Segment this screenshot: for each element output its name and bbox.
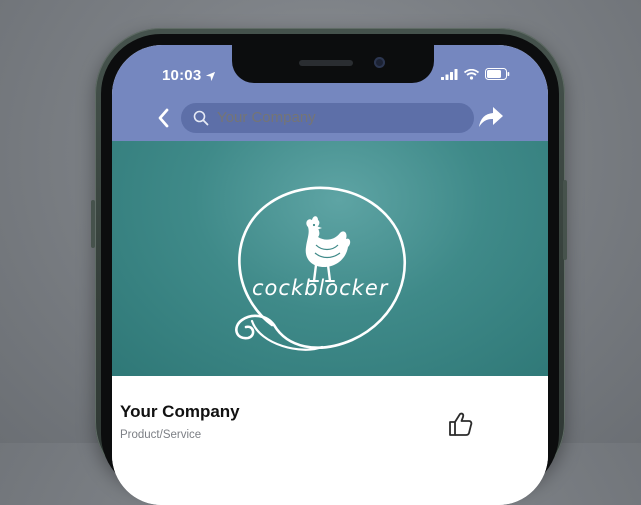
page-title[interactable]: Your Company — [120, 402, 240, 422]
wifi-icon — [463, 67, 480, 85]
phone-side-button-right — [563, 180, 567, 260]
thumbs-up-icon[interactable] — [446, 410, 476, 440]
page-info-section: Your Company Product/Service — [112, 376, 548, 505]
battery-icon — [485, 67, 510, 85]
search-icon — [193, 110, 209, 131]
search-bar[interactable] — [181, 103, 474, 133]
share-icon[interactable] — [478, 105, 506, 131]
rooster-icon — [305, 216, 351, 283]
phone-screen: 10:03 Your Company cockblocker Your Comp… — [112, 45, 548, 505]
status-icons — [441, 67, 510, 85]
search-input[interactable] — [217, 109, 457, 126]
notch-camera — [374, 57, 385, 68]
status-time: 10:03 — [162, 67, 202, 84]
notch-speaker — [299, 60, 353, 66]
back-chevron-icon[interactable] — [156, 107, 174, 131]
cover-photo: cockblocker — [112, 141, 548, 376]
location-arrow-icon — [205, 69, 216, 87]
logo-text: cockblocker — [252, 276, 389, 300]
page-category: Product/Service — [120, 429, 202, 441]
signal-icon — [441, 67, 458, 85]
brand-logo — [212, 175, 412, 360]
phone-side-button-left — [91, 200, 95, 248]
